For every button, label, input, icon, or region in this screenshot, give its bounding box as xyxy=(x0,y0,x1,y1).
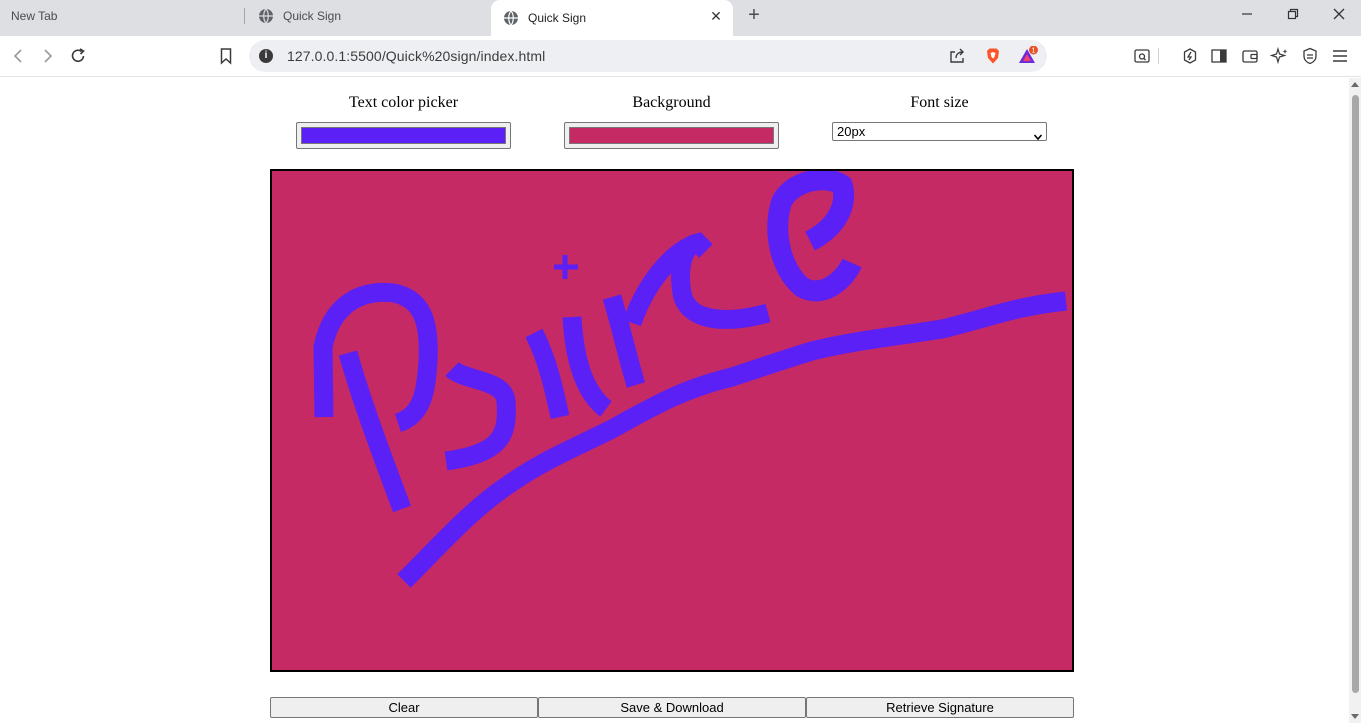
scrollbar-thumb[interactable] xyxy=(1352,95,1359,693)
close-window-icon[interactable] xyxy=(1331,6,1347,22)
globe-icon xyxy=(258,8,274,24)
forward-icon[interactable] xyxy=(38,46,58,66)
tab-divider xyxy=(244,8,245,24)
site-info-icon[interactable]: i xyxy=(259,49,273,63)
signature-stroke xyxy=(313,282,438,433)
text-color-picker[interactable] xyxy=(296,122,511,149)
brave-shields-icon[interactable] xyxy=(983,46,1003,66)
page-content: Text color picker Background Font size 2… xyxy=(0,78,1349,723)
signature-stroke xyxy=(671,233,771,329)
signature-stroke xyxy=(338,350,411,513)
font-size-select[interactable]: 20px xyxy=(832,122,1047,141)
leo-icon[interactable] xyxy=(1180,46,1200,66)
globe-icon xyxy=(503,10,519,26)
ai-sparkle-icon[interactable] xyxy=(1269,46,1290,66)
tab-new-tab[interactable]: New Tab xyxy=(0,0,244,32)
tab-quick-sign[interactable]: Quick Sign xyxy=(246,0,486,32)
url-text[interactable]: 127.0.0.1:5500/Quick%20sign/index.html xyxy=(287,48,545,64)
browser-toolbar: i 127.0.0.1:5500/Quick%20sign/index.html… xyxy=(0,36,1361,77)
reload-icon[interactable] xyxy=(68,46,88,66)
brave-rewards-icon[interactable]: 1 xyxy=(1017,45,1038,66)
tab-label: Quick Sign xyxy=(283,9,342,23)
font-size-value: 20px xyxy=(837,124,866,139)
retrieve-signature-button[interactable]: Retrieve Signature xyxy=(806,697,1074,718)
signature-stroke xyxy=(562,316,613,417)
text-color-label: Text color picker xyxy=(348,94,459,111)
tab-strip: New Tab Quick Sign Quick Sign ✕ + xyxy=(0,0,1361,36)
signature-stroke xyxy=(767,171,862,302)
toolbar-divider xyxy=(1158,48,1159,64)
restore-icon[interactable] xyxy=(1285,6,1301,22)
tab-label: New Tab xyxy=(11,9,58,23)
signature-canvas[interactable] xyxy=(270,169,1074,672)
background-label: Background xyxy=(632,94,711,111)
background-color-swatch xyxy=(569,127,774,144)
page-scrollbar[interactable] xyxy=(1349,78,1361,723)
share-icon[interactable] xyxy=(947,46,967,66)
notification-count: 1 xyxy=(1032,48,1036,55)
text-color-swatch xyxy=(301,127,506,144)
save-download-button[interactable]: Save & Download xyxy=(538,697,806,718)
wallet-icon[interactable] xyxy=(1240,46,1260,66)
tab-quick-sign-active[interactable]: Quick Sign ✕ xyxy=(491,0,733,36)
bookmark-icon[interactable] xyxy=(216,46,236,66)
signature-drawing xyxy=(313,171,1068,588)
signature-stroke xyxy=(525,328,570,419)
background-color-picker[interactable] xyxy=(564,122,779,149)
close-tab-icon[interactable]: ✕ xyxy=(709,9,723,23)
back-icon[interactable] xyxy=(8,46,28,66)
signature-stroke xyxy=(444,361,516,471)
chevron-down-icon xyxy=(1033,128,1043,141)
menu-icon[interactable] xyxy=(1330,46,1350,66)
tab-label: Quick Sign xyxy=(528,11,587,25)
minimize-icon[interactable] xyxy=(1239,6,1255,22)
sidebar-icon[interactable] xyxy=(1209,46,1229,66)
new-tab-plus-icon[interactable]: + xyxy=(745,5,763,25)
signature-stroke xyxy=(554,255,578,279)
vpn-shield-icon[interactable] xyxy=(1300,46,1320,66)
scroll-up-icon[interactable] xyxy=(1351,82,1359,87)
clear-button[interactable]: Clear xyxy=(270,697,538,718)
address-bar[interactable]: i 127.0.0.1:5500/Quick%20sign/index.html… xyxy=(249,40,1047,72)
scroll-down-icon[interactable] xyxy=(1351,714,1359,719)
tab-search-icon[interactable] xyxy=(1132,46,1152,66)
font-size-label: Font size xyxy=(910,94,969,111)
